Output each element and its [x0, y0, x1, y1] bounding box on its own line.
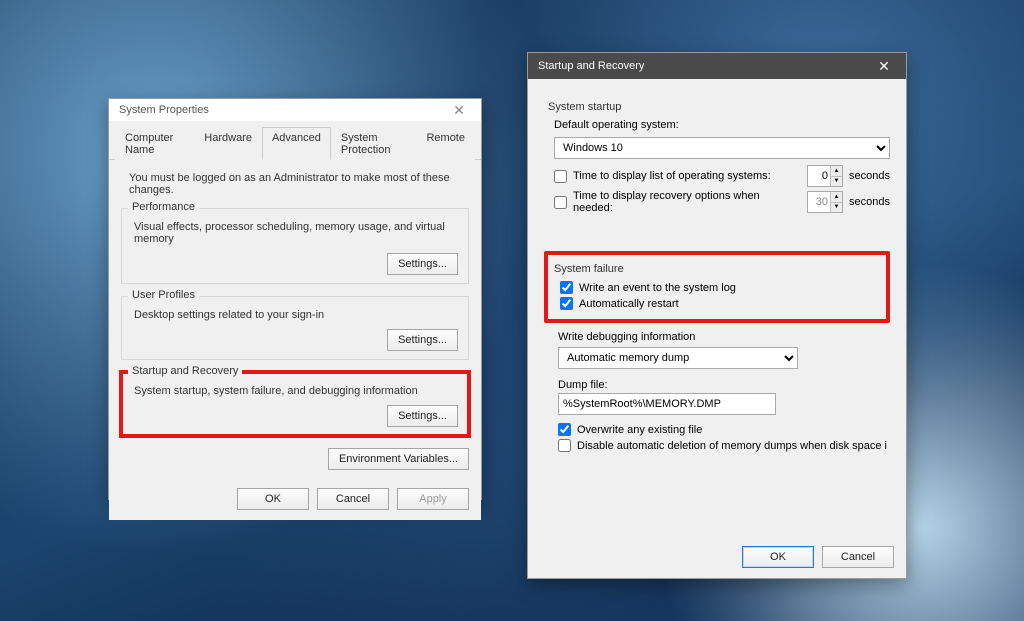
ok-button[interactable]: OK — [742, 546, 814, 568]
dialog-content: System startup Default operating system:… — [528, 79, 906, 538]
titlebar: System Properties ✕ — [109, 99, 481, 121]
time-list-label: Time to display list of operating system… — [573, 170, 801, 182]
time-list-row: Time to display list of operating system… — [554, 165, 890, 187]
seconds-label: seconds — [849, 196, 890, 208]
write-debug-section: Write debugging information Automatic me… — [544, 329, 890, 455]
disable-delete-label: Disable automatic deletion of memory dum… — [577, 440, 887, 452]
seconds-label: seconds — [849, 170, 890, 182]
debug-info-select[interactable]: Automatic memory dump — [558, 347, 798, 369]
settings-button-user-profiles[interactable]: Settings... — [387, 329, 458, 351]
default-os-label: Default operating system: — [554, 119, 890, 131]
system-failure-section: System failure Write an event to the sys… — [544, 251, 890, 323]
group-desc-performance: Visual effects, processor scheduling, me… — [132, 221, 458, 245]
system-properties-dialog: System Properties ✕ Computer Name Hardwa… — [108, 98, 482, 500]
dialog-title: System Properties — [119, 104, 209, 116]
environment-variables-button[interactable]: Environment Variables... — [328, 448, 469, 470]
tab-hardware[interactable]: Hardware — [194, 127, 262, 160]
system-startup-section: System startup Default operating system:… — [544, 97, 890, 217]
close-icon[interactable]: ✕ — [443, 99, 475, 121]
tabs: Computer Name Hardware Advanced System P… — [109, 121, 481, 160]
time-list-checkbox[interactable] — [554, 170, 567, 183]
tab-system-protection[interactable]: System Protection — [331, 127, 417, 160]
apply-button[interactable]: Apply — [397, 488, 469, 510]
group-label-user-profiles: User Profiles — [128, 289, 199, 301]
settings-button-performance[interactable]: Settings... — [387, 253, 458, 275]
settings-button-startup-recovery[interactable]: Settings... — [387, 405, 458, 427]
group-label-startup-recovery: Startup and Recovery — [128, 365, 242, 377]
group-desc-user-profiles: Desktop settings related to your sign-in — [132, 309, 458, 321]
startup-recovery-dialog: Startup and Recovery ✕ System startup De… — [527, 52, 907, 579]
group-user-profiles: User Profiles Desktop settings related t… — [121, 296, 469, 360]
dialog-buttons: OK Cancel — [528, 538, 906, 578]
time-recov-checkbox[interactable] — [554, 196, 567, 209]
spinner-arrows[interactable]: ▲▼ — [830, 192, 842, 212]
section-title-system-startup: System startup — [548, 101, 890, 113]
tab-advanced[interactable]: Advanced — [262, 127, 331, 160]
default-os-select[interactable]: Windows 10 — [554, 137, 890, 159]
overwrite-checkbox[interactable] — [558, 423, 571, 436]
cancel-button[interactable]: Cancel — [317, 488, 389, 510]
overwrite-label: Overwrite any existing file — [577, 424, 702, 436]
write-event-label: Write an event to the system log — [579, 282, 736, 294]
time-recov-row: Time to display recovery options when ne… — [554, 190, 890, 214]
ok-button[interactable]: OK — [237, 488, 309, 510]
spinner-arrows[interactable]: ▲▼ — [830, 166, 842, 186]
group-label-performance: Performance — [128, 201, 199, 213]
tab-remote[interactable]: Remote — [416, 127, 475, 160]
dialog-buttons: OK Cancel Apply — [109, 480, 481, 520]
dialog-title: Startup and Recovery — [538, 60, 644, 72]
admin-note: You must be logged on as an Administrato… — [129, 172, 467, 196]
titlebar: Startup and Recovery ✕ — [528, 53, 906, 79]
time-recov-label: Time to display recovery options when ne… — [573, 190, 801, 214]
dialog-content: You must be logged on as an Administrato… — [109, 160, 481, 480]
auto-restart-checkbox[interactable] — [560, 297, 573, 310]
write-debug-label: Write debugging information — [558, 331, 890, 343]
tab-computer-name[interactable]: Computer Name — [115, 127, 194, 160]
dump-file-input[interactable] — [558, 393, 776, 415]
dump-file-label: Dump file: — [558, 379, 890, 391]
group-desc-startup-recovery: System startup, system failure, and debu… — [132, 385, 458, 397]
close-icon[interactable]: ✕ — [868, 55, 900, 77]
group-performance: Performance Visual effects, processor sc… — [121, 208, 469, 284]
group-startup-recovery: Startup and Recovery System startup, sys… — [121, 372, 469, 436]
auto-restart-label: Automatically restart — [579, 298, 679, 310]
write-event-checkbox[interactable] — [560, 281, 573, 294]
cancel-button[interactable]: Cancel — [822, 546, 894, 568]
disable-delete-checkbox[interactable] — [558, 439, 571, 452]
section-title-system-failure: System failure — [554, 263, 880, 275]
